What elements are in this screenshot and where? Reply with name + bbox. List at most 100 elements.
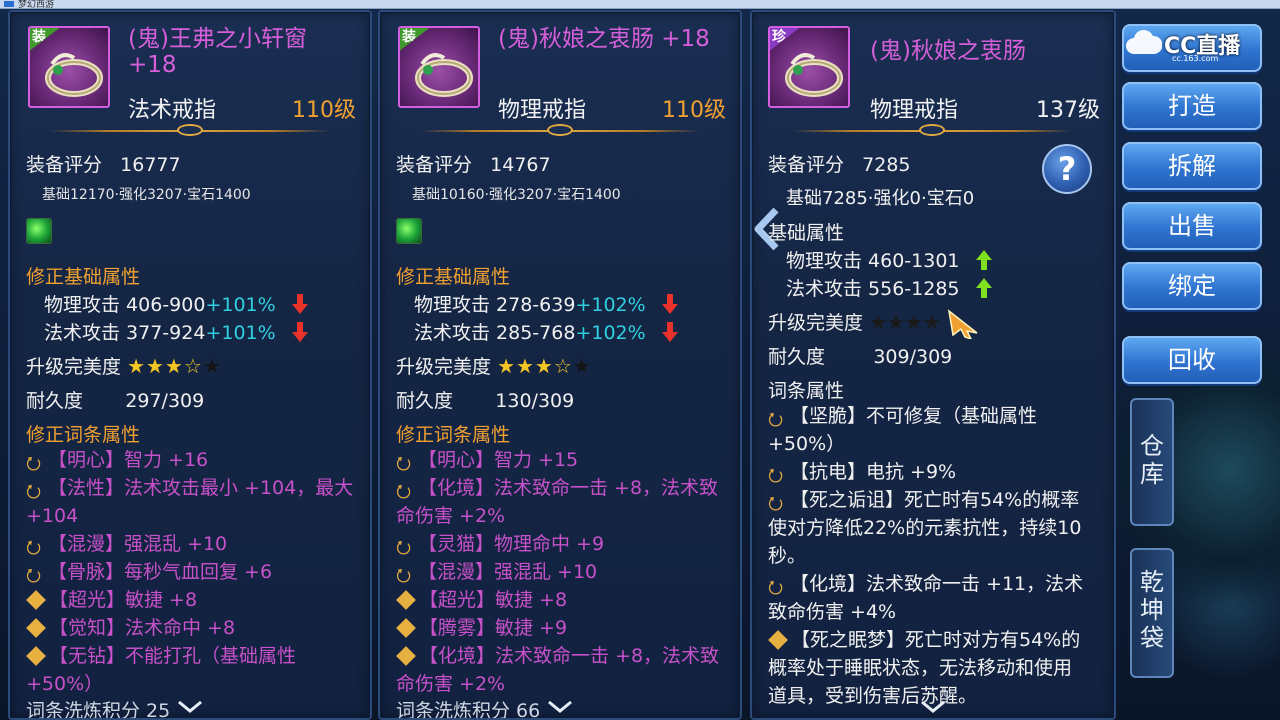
refine-score: 词条洗炼积分 25 xyxy=(26,700,171,720)
swirl-icon: ⭮ xyxy=(396,565,412,586)
score-value: 7285 xyxy=(862,154,911,176)
perfection-label: 升级完美度 xyxy=(396,356,492,378)
item-level: 110级 xyxy=(292,98,356,123)
ring-item-icon[interactable]: 珍 xyxy=(768,26,850,108)
scroll-down-chevron-icon[interactable] xyxy=(547,700,573,714)
affix-row: ⭮ 【混漫】强混乱 +10 xyxy=(26,533,228,558)
affix-section: 修正词条属性 xyxy=(396,424,511,446)
cc-live-watermark: CC直播 cc.163.com xyxy=(1124,22,1264,68)
affix-row: ⭮ 【骨脉】每秒气血回复 +6 xyxy=(26,561,273,586)
ornament-divider xyxy=(420,124,700,138)
affix-row: ⭮ 【化境】法术致命一击 +8，法术致命伤害 +2% xyxy=(396,477,719,527)
action-sidebar: 打造 拆解 出售 绑定 回收 仓库 乾坤袋 xyxy=(1116,10,1276,720)
affix-row: ⭮ 【法性】法术攻击最小 +104，最大 +104 xyxy=(26,477,354,527)
window-titlebar: 梦幻西游 xyxy=(0,0,1280,10)
score-label: 装备评分 xyxy=(768,154,845,176)
perfection-stars: ★★★☆★ xyxy=(497,354,592,378)
forge-button[interactable]: 打造 xyxy=(1122,82,1262,130)
diamond-icon xyxy=(768,630,788,650)
affix-row: 【化境】法术致命一击 +8，法术致命伤害 +2% xyxy=(396,645,720,695)
recycle-button[interactable]: 回收 xyxy=(1122,336,1262,384)
down-arrow-icon xyxy=(291,322,308,342)
swirl-icon: ⭮ xyxy=(396,453,412,474)
cloud-icon xyxy=(1126,29,1162,54)
score-breakdown: 基础10160·强化3207·宝石1400 xyxy=(412,187,621,203)
durability-value: 297/309 xyxy=(125,390,205,412)
affix-row: 【超光】敏捷 +8 xyxy=(396,586,726,614)
durability-row: 耐久度 309/309 xyxy=(768,342,952,369)
attr-bonus: +102% xyxy=(575,322,646,344)
window-title: 梦幻西游 xyxy=(18,0,55,10)
durability-label: 耐久度 xyxy=(396,390,454,412)
perfection-row: 升级完美度 ★★★★ xyxy=(768,308,981,341)
ring-item-icon[interactable]: 装 xyxy=(398,26,480,108)
item-type: 法术戒指 xyxy=(128,98,217,123)
item-type: 物理戒指 xyxy=(870,98,959,123)
swirl-icon: ⭮ xyxy=(26,537,42,558)
base-attr-row: 法术攻击 556-1285 xyxy=(786,274,992,301)
diamond-icon xyxy=(396,590,416,610)
scroll-down-chevron-icon[interactable] xyxy=(920,700,946,714)
swirl-icon: ⭮ xyxy=(396,537,412,558)
down-arrow-icon xyxy=(291,294,308,314)
item-type: 物理戒指 xyxy=(498,98,587,123)
durability-label: 耐久度 xyxy=(768,346,826,368)
swirl-icon: ⭮ xyxy=(768,409,784,430)
warehouse-tab-label: 仓库 xyxy=(1140,432,1164,488)
up-arrow-icon xyxy=(975,250,992,270)
score-breakdown: 基础12170·强化3207·宝石1400 xyxy=(42,187,251,203)
affix-row: ⭮ 【抗电】电抗 +9% xyxy=(768,461,957,486)
base-attr-section: 基础属性 xyxy=(768,222,845,244)
durability-row: 耐久度 297/309 xyxy=(26,386,204,413)
diamond-icon xyxy=(396,618,416,638)
refine-score: 词条洗炼积分 66 xyxy=(396,700,541,720)
durability-value: 309/309 xyxy=(873,346,953,368)
item-level: 137级 xyxy=(1036,98,1100,123)
attr-text: 法术攻击 285-768 xyxy=(414,322,576,344)
perfection-label: 升级完美度 xyxy=(768,312,864,334)
swirl-icon: ⭮ xyxy=(768,577,784,598)
swirl-icon: ⭮ xyxy=(26,453,42,474)
warehouse-tab[interactable]: 仓库 xyxy=(1130,398,1174,526)
perfection-stars-empty: ★★★★ xyxy=(869,310,941,334)
durability-row: 耐久度 130/309 xyxy=(396,386,574,413)
attr-bonus: +101% xyxy=(205,322,276,344)
dismantle-button[interactable]: 拆解 xyxy=(1122,142,1262,190)
score-row: 装备评分 16777 xyxy=(26,150,181,177)
affix-row: ⭮ 【明心】智力 +16 xyxy=(26,449,209,474)
affix-row: ⭮ 【明心】智力 +15 xyxy=(396,449,579,474)
base-attr-section: 修正基础属性 xyxy=(26,266,141,288)
attr-bonus: +101% xyxy=(205,294,276,316)
down-arrow-icon xyxy=(661,322,678,342)
item-compare-panel-1: 装 (鬼)王弗之小轩窗 +18 法术戒指 110级 装备评分 16777 基础1… xyxy=(8,10,372,720)
ornament-divider xyxy=(792,124,1072,138)
score-label: 装备评分 xyxy=(26,154,103,176)
sell-button[interactable]: 出售 xyxy=(1122,202,1262,250)
score-label: 装备评分 xyxy=(396,154,473,176)
affix-row: ⭮ 【死之诟诅】死亡时有54%的概率使对方降低22%的元素抗性，持续10秒。 xyxy=(768,489,1082,567)
affix-row: ⭮ 【灵猫】物理命中 +9 xyxy=(396,533,605,558)
score-row: 装备评分 14767 xyxy=(396,150,551,177)
help-button[interactable]: ? xyxy=(1042,144,1092,194)
gem-icon[interactable] xyxy=(396,218,422,244)
score-row: 装备评分 7285 xyxy=(768,150,911,177)
affix-section: 修正词条属性 xyxy=(26,424,141,446)
item-name: (鬼)秋娘之衷肠 xyxy=(870,38,1026,64)
base-attr-row: 法术攻击 285-768+102% xyxy=(414,318,678,345)
swirl-icon: ⭮ xyxy=(768,493,784,514)
diamond-icon xyxy=(396,646,416,666)
score-value: 14767 xyxy=(490,154,551,176)
scroll-down-chevron-icon[interactable] xyxy=(177,700,203,714)
item-name: (鬼)王弗之小轩窗 +18 xyxy=(128,26,307,78)
ring-item-icon[interactable]: 装 xyxy=(28,26,110,108)
ornament-divider xyxy=(50,124,330,138)
gem-icon[interactable] xyxy=(26,218,52,244)
base-attr-section: 修正基础属性 xyxy=(396,266,511,288)
app-icon xyxy=(4,1,14,7)
durability-label: 耐久度 xyxy=(26,390,84,412)
bag-tab-label: 乾坤袋 xyxy=(1140,568,1164,652)
attr-bonus: +102% xyxy=(575,294,646,316)
pointer-cursor-icon xyxy=(947,309,978,341)
bag-tab[interactable]: 乾坤袋 xyxy=(1130,548,1174,678)
bind-button[interactable]: 绑定 xyxy=(1122,262,1262,310)
